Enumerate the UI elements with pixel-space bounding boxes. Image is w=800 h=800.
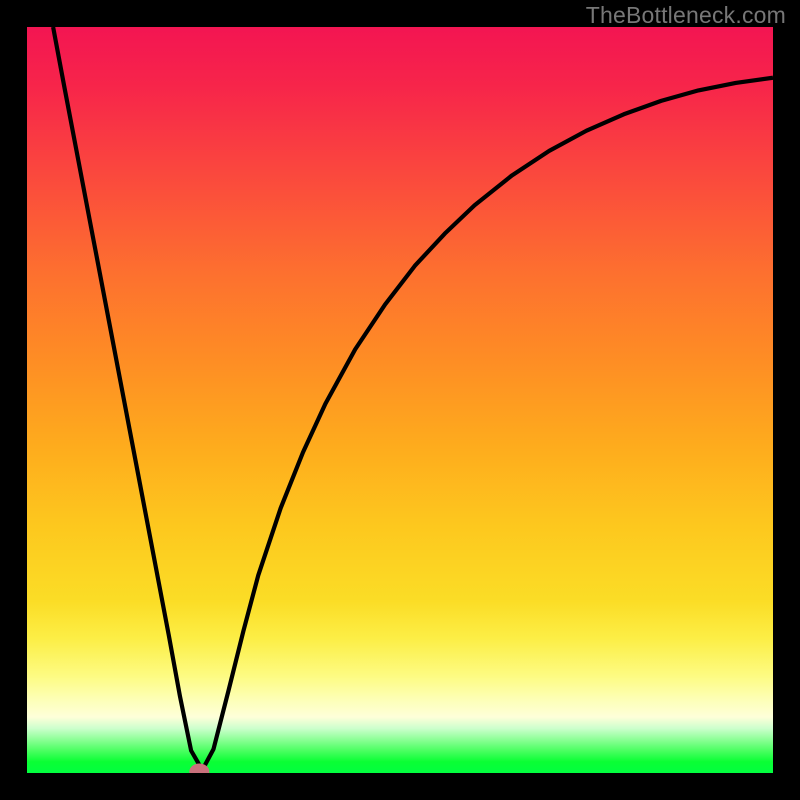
watermark-text: TheBottleneck.com [586, 2, 786, 29]
curve-svg [27, 27, 773, 773]
plot-area [27, 27, 773, 773]
bottleneck-curve [53, 27, 773, 770]
chart-frame: TheBottleneck.com [0, 0, 800, 800]
